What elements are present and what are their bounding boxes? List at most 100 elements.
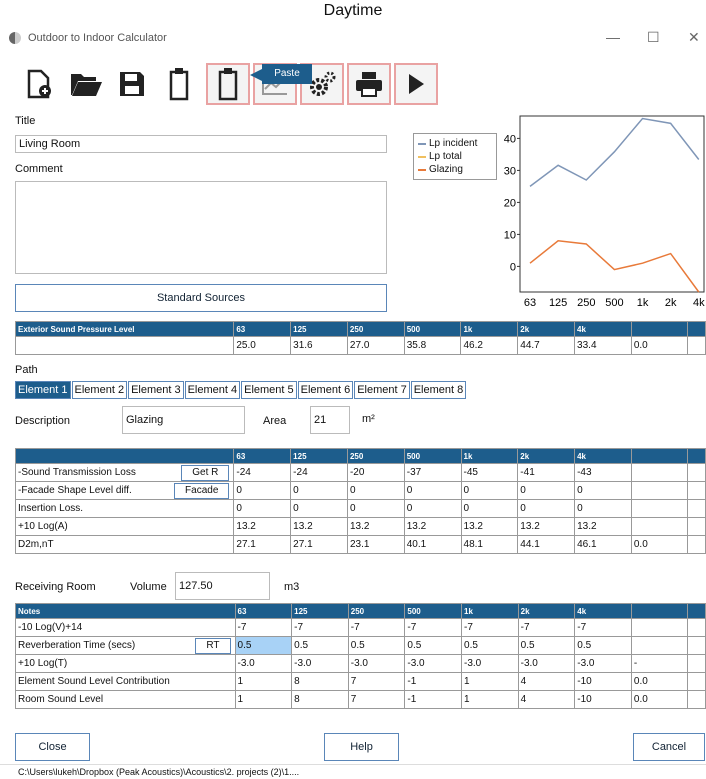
value-cell[interactable]: -45 bbox=[460, 463, 519, 482]
value-cell[interactable]: 46.1 bbox=[574, 535, 632, 554]
row-action-button[interactable]: RT bbox=[195, 638, 231, 654]
value-cell[interactable]: -7 bbox=[234, 618, 293, 637]
value-cell[interactable] bbox=[687, 636, 706, 655]
tab-element-6[interactable]: Element 6 bbox=[297, 381, 354, 399]
value-cell[interactable] bbox=[687, 499, 706, 518]
value-cell[interactable]: 0.0 bbox=[630, 690, 689, 709]
copy-button[interactable] bbox=[157, 63, 201, 105]
value-cell[interactable]: 27.1 bbox=[290, 535, 348, 554]
value-cell[interactable] bbox=[687, 618, 706, 637]
value-cell[interactable]: 0 bbox=[233, 499, 292, 518]
tab-element-2[interactable]: Element 2 bbox=[71, 381, 128, 399]
value-cell[interactable]: 13.2 bbox=[517, 517, 576, 536]
help-button[interactable]: Help bbox=[324, 733, 399, 761]
new-doc-button[interactable] bbox=[17, 63, 61, 105]
value-cell[interactable] bbox=[687, 517, 706, 536]
value-cell[interactable] bbox=[630, 463, 689, 482]
value-cell[interactable]: -20 bbox=[346, 463, 405, 482]
value-cell[interactable] bbox=[630, 618, 689, 637]
value-cell[interactable]: -7 bbox=[347, 618, 406, 637]
tab-element-5[interactable]: Element 5 bbox=[241, 381, 297, 399]
cancel-button[interactable]: Cancel bbox=[633, 733, 705, 761]
run-button[interactable] bbox=[394, 63, 438, 105]
comment-textarea[interactable] bbox=[15, 181, 387, 274]
value-cell[interactable]: 0 bbox=[346, 499, 405, 518]
value-cell[interactable]: 13.2 bbox=[346, 517, 405, 536]
value-cell[interactable]: 44.7 bbox=[517, 336, 576, 355]
value-cell[interactable]: 0 bbox=[460, 499, 519, 518]
value-cell[interactable]: -3.0 bbox=[517, 654, 576, 673]
tab-element-8[interactable]: Element 8 bbox=[410, 381, 467, 399]
value-cell[interactable]: 33.4 bbox=[574, 336, 632, 355]
value-cell[interactable]: -3.0 bbox=[347, 654, 406, 673]
value-cell[interactable]: -3.0 bbox=[574, 654, 632, 673]
volume-input[interactable]: 127.50 bbox=[175, 572, 270, 600]
value-cell[interactable]: 25.0 bbox=[233, 336, 292, 355]
close-window-button[interactable]: ✕ bbox=[688, 29, 700, 46]
value-cell[interactable]: 23.1 bbox=[346, 535, 405, 554]
value-cell[interactable]: 0 bbox=[403, 499, 462, 518]
value-cell[interactable]: -10 bbox=[574, 690, 632, 709]
close-button[interactable]: Close bbox=[15, 733, 90, 761]
value-cell[interactable]: 4 bbox=[517, 672, 576, 691]
value-cell[interactable]: 0 bbox=[233, 481, 292, 500]
value-cell[interactable]: 0 bbox=[346, 481, 405, 500]
value-cell[interactable]: -7 bbox=[291, 618, 349, 637]
value-cell[interactable]: 0.5 bbox=[404, 636, 463, 655]
value-cell[interactable] bbox=[687, 463, 706, 482]
open-button[interactable] bbox=[64, 63, 108, 105]
value-cell[interactable] bbox=[630, 499, 689, 518]
area-input[interactable]: 21 bbox=[310, 406, 350, 434]
value-cell[interactable]: -7 bbox=[517, 618, 576, 637]
value-cell[interactable]: 0 bbox=[460, 481, 519, 500]
minimize-button[interactable]: — bbox=[606, 29, 620, 45]
value-cell[interactable]: 0.5 bbox=[347, 636, 406, 655]
row-action-button[interactable]: Facade bbox=[174, 483, 230, 499]
maximize-button[interactable]: ☐ bbox=[647, 29, 660, 46]
value-cell[interactable] bbox=[687, 481, 706, 500]
value-cell[interactable]: 44.1 bbox=[517, 535, 576, 554]
tab-element-1[interactable]: Element 1 bbox=[15, 381, 71, 399]
value-cell[interactable]: -3.0 bbox=[404, 654, 463, 673]
print-button[interactable] bbox=[347, 63, 391, 105]
value-cell[interactable]: 48.1 bbox=[460, 535, 519, 554]
value-cell[interactable]: 27.0 bbox=[346, 336, 405, 355]
value-cell[interactable]: -24 bbox=[290, 463, 348, 482]
value-cell[interactable]: 0.0 bbox=[630, 336, 689, 355]
value-cell[interactable]: -41 bbox=[517, 463, 576, 482]
value-cell[interactable]: -24 bbox=[233, 463, 292, 482]
value-cell[interactable] bbox=[687, 690, 706, 709]
value-cell[interactable]: -43 bbox=[574, 463, 632, 482]
value-cell[interactable]: 1 bbox=[234, 690, 293, 709]
save-button[interactable] bbox=[110, 63, 154, 105]
description-input[interactable]: Glazing bbox=[122, 406, 245, 434]
value-cell[interactable]: -7 bbox=[574, 618, 632, 637]
value-cell[interactable]: 0.5 bbox=[517, 636, 576, 655]
tab-element-4[interactable]: Element 4 bbox=[184, 381, 241, 399]
value-cell[interactable]: 13.2 bbox=[460, 517, 519, 536]
value-cell[interactable]: -7 bbox=[404, 618, 463, 637]
value-cell[interactable]: 0.5 bbox=[291, 636, 349, 655]
value-cell[interactable]: 13.2 bbox=[574, 517, 632, 536]
value-cell[interactable]: 0.5 bbox=[461, 636, 519, 655]
value-cell[interactable]: 7 bbox=[347, 690, 406, 709]
value-cell[interactable]: - bbox=[630, 654, 689, 673]
value-cell[interactable]: -3.0 bbox=[234, 654, 293, 673]
value-cell[interactable]: 35.8 bbox=[403, 336, 462, 355]
value-cell[interactable]: -3.0 bbox=[461, 654, 519, 673]
value-cell[interactable]: 13.2 bbox=[290, 517, 348, 536]
value-cell[interactable]: 40.1 bbox=[403, 535, 462, 554]
value-cell[interactable]: -3.0 bbox=[291, 654, 349, 673]
value-cell[interactable]: 27.1 bbox=[233, 535, 292, 554]
title-input[interactable]: Living Room bbox=[15, 135, 387, 153]
value-cell[interactable] bbox=[687, 535, 706, 554]
value-cell[interactable] bbox=[630, 517, 689, 536]
value-cell[interactable]: 0.5 bbox=[574, 636, 632, 655]
value-cell[interactable] bbox=[630, 481, 689, 500]
value-cell[interactable] bbox=[687, 336, 706, 355]
value-cell[interactable]: 1 bbox=[461, 690, 519, 709]
value-cell[interactable]: 0 bbox=[517, 499, 576, 518]
value-cell[interactable]: 1 bbox=[234, 672, 293, 691]
value-cell[interactable]: 0 bbox=[574, 481, 632, 500]
standard-sources-button[interactable]: Standard Sources bbox=[15, 284, 387, 312]
